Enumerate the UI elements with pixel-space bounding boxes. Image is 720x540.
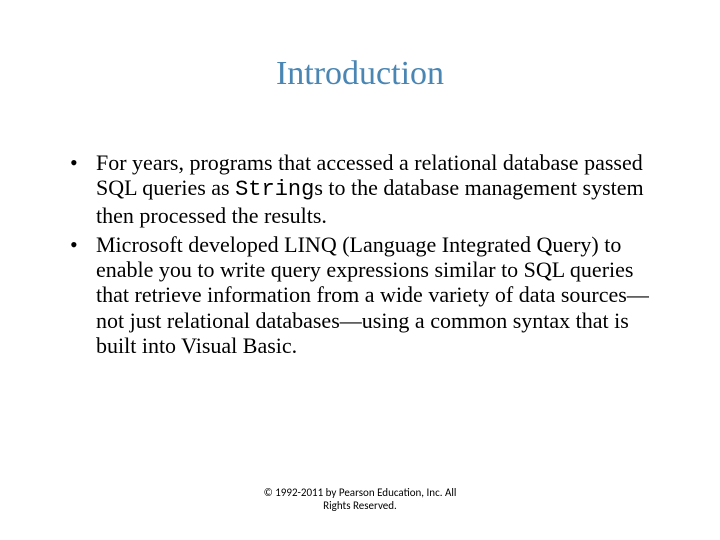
bullet-text: For years, programs that accessed a rela…	[96, 150, 660, 228]
bullet-dot: •	[70, 150, 96, 228]
slide-body: • For years, programs that accessed a re…	[70, 150, 660, 364]
bullet-text-pre: Microsoft developed LINQ (Language Integ…	[96, 232, 649, 358]
bullet-text: Microsoft developed LINQ (Language Integ…	[96, 232, 660, 360]
bullet-dot: •	[70, 232, 96, 360]
slide-title: Introduction	[0, 55, 720, 93]
bullet-item: • Microsoft developed LINQ (Language Int…	[70, 232, 660, 360]
bullet-text-code: String	[235, 177, 314, 202]
footer-line-2: Rights Reserved.	[0, 499, 720, 512]
bullet-item: • For years, programs that accessed a re…	[70, 150, 660, 228]
footer-line-1: © 1992-2011 by Pearson Education, Inc. A…	[0, 486, 720, 499]
footer: © 1992-2011 by Pearson Education, Inc. A…	[0, 486, 720, 512]
slide: Introduction • For years, programs that …	[0, 0, 720, 540]
